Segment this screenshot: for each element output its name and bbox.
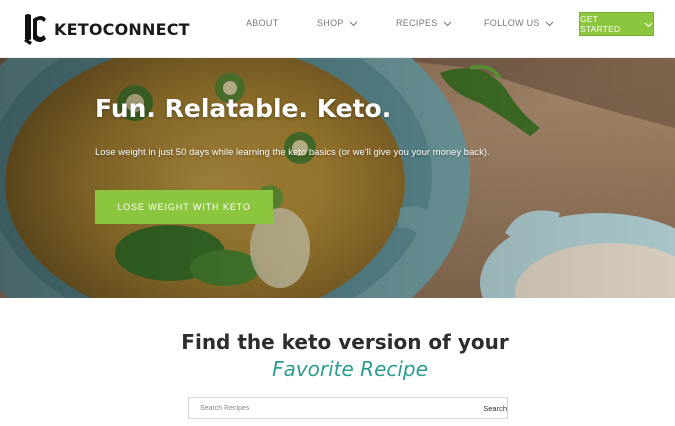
brand-name: KETOCONNECT xyxy=(54,19,190,39)
recipe-search-form: Search xyxy=(188,397,508,419)
lose-weight-button-label: LOSE WEIGHT WITH KETO xyxy=(117,202,251,212)
find-title: Find the keto version of your xyxy=(181,330,509,354)
lose-weight-button[interactable]: LOSE WEIGHT WITH KETO xyxy=(95,190,273,224)
chevron-down-icon xyxy=(644,20,653,29)
hero-subtitle: Lose weight in just 50 days while learni… xyxy=(95,147,490,158)
nav-shop-label: SHOP xyxy=(317,18,344,28)
find-subtitle: Favorite Recipe xyxy=(272,357,428,381)
nav-about[interactable]: ABOUT xyxy=(246,18,279,28)
nav-shop[interactable]: SHOP xyxy=(317,18,358,28)
get-started-button[interactable]: GET STARTED xyxy=(579,12,654,36)
nav-recipes-label: RECIPES xyxy=(396,18,438,28)
search-button-label: Search xyxy=(483,403,507,413)
recipe-search-input[interactable] xyxy=(189,398,479,418)
logo[interactable]: KETOCONNECT xyxy=(22,10,190,48)
logo-mark-icon xyxy=(24,14,46,45)
hero-title: Fun. Relatable. Keto. xyxy=(95,94,392,123)
chevron-down-icon xyxy=(443,19,452,28)
nav-follow-us-label: FOLLOW US xyxy=(484,18,540,28)
get-started-label: GET STARTED xyxy=(580,14,621,34)
chevron-down-icon xyxy=(545,19,554,28)
nav-about-label: ABOUT xyxy=(246,18,279,28)
chevron-down-icon xyxy=(349,19,358,28)
site-header: KETOCONNECT ABOUT SHOP RECIPES FOLLOW US… xyxy=(0,0,675,58)
search-button[interactable]: Search xyxy=(483,398,507,418)
nav-follow-us[interactable]: FOLLOW US xyxy=(484,18,554,28)
nav-recipes[interactable]: RECIPES xyxy=(396,18,452,28)
hero-banner: Fun. Relatable. Keto. Lose weight in jus… xyxy=(0,58,675,298)
